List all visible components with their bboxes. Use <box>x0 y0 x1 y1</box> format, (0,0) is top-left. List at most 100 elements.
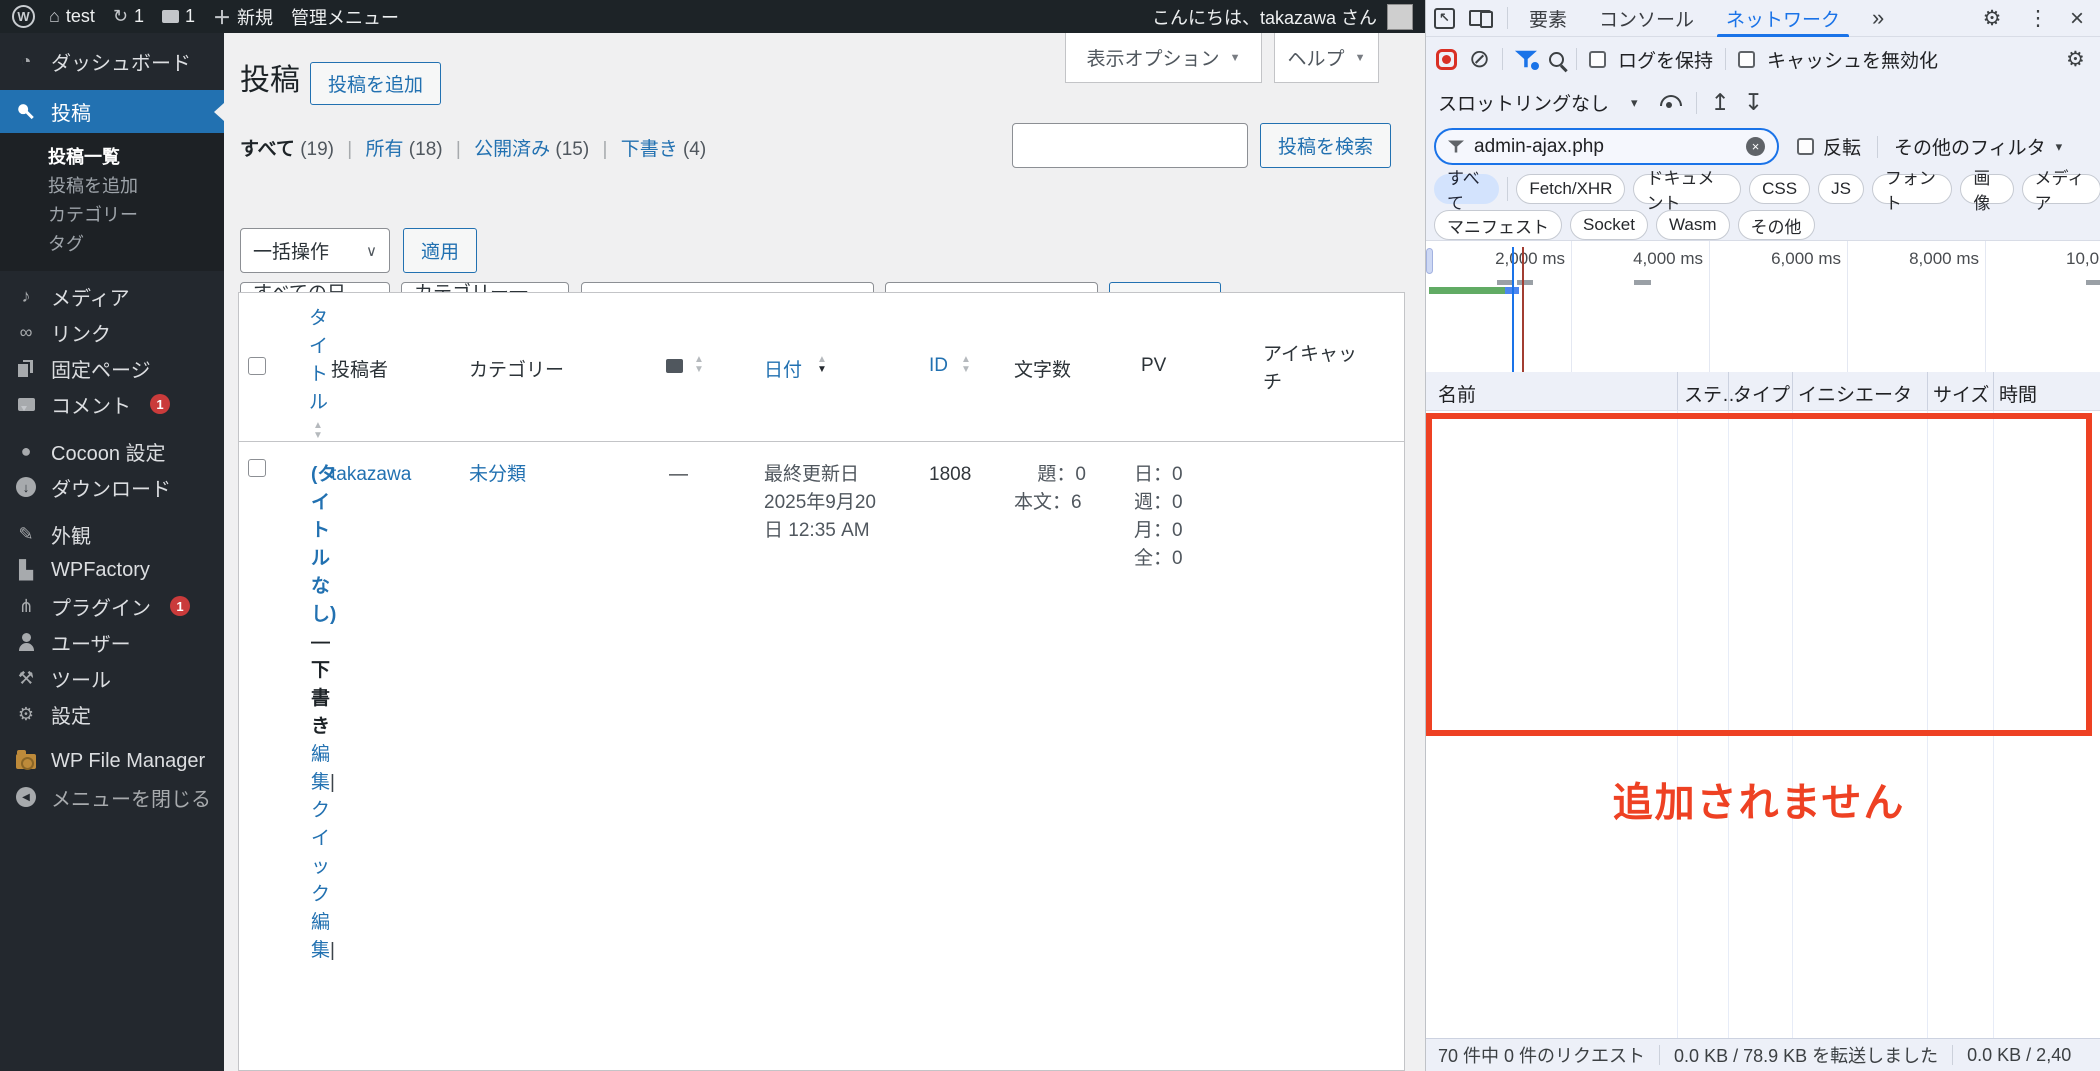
view-all[interactable]: すべて <box>240 139 295 160</box>
chip-js[interactable]: JS <box>1818 174 1864 204</box>
row-author-link[interactable]: takazawa <box>331 461 411 489</box>
invert-checkbox[interactable] <box>1797 138 1814 155</box>
chip-css[interactable]: CSS <box>1749 174 1811 204</box>
disable-cache-checkbox[interactable] <box>1737 50 1755 68</box>
submenu-item-tags[interactable]: タグ <box>0 230 224 259</box>
row-checkbox[interactable] <box>248 459 266 477</box>
tab-console[interactable]: コンソール <box>1586 0 1707 37</box>
search-icon[interactable] <box>1548 51 1564 67</box>
bulk-action-select[interactable]: 一括操作 ∨ <box>240 228 390 273</box>
device-toolbar-icon[interactable] <box>1469 10 1493 28</box>
sidebar-item-wpfactory[interactable]: ▙ WPFactory <box>0 552 224 588</box>
chip-img[interactable]: 画像 <box>1960 169 2014 213</box>
export-har-icon[interactable]: ↧ <box>1744 89 1763 116</box>
chip-fetch-xhr[interactable]: Fetch/XHR <box>1516 174 1626 204</box>
column-initiator[interactable]: イニシエータ <box>1798 380 1912 407</box>
view-published[interactable]: 公開済み <box>474 139 550 160</box>
sidebar-item-plugins[interactable]: ⋔ プラグイン 1 <box>0 588 224 624</box>
more-tabs-icon[interactable]: » <box>1859 0 1897 37</box>
chip-other[interactable]: その他 <box>1737 210 1815 240</box>
sidebar-item-links[interactable]: ∞ リンク <box>0 314 224 350</box>
row-category-link[interactable]: 未分類 <box>469 461 526 489</box>
sidebar-item-users[interactable]: ユーザー <box>0 624 224 660</box>
view-mine[interactable]: 所有 <box>366 139 404 160</box>
column-separator[interactable] <box>1993 372 1994 410</box>
screen-options-tab[interactable]: 表示オプション ▼ <box>1065 33 1262 83</box>
network-overview[interactable]: 2,000 ms 4,000 ms 6,000 ms 8,000 ms 10,0 <box>1426 241 2100 372</box>
chip-doc[interactable]: ドキュメント <box>1633 169 1742 213</box>
search-posts-input[interactable] <box>1012 123 1248 168</box>
more-filters-dropdown[interactable]: その他のフィルタ <box>1894 133 2046 160</box>
sidebar-item-cocoon[interactable]: ● Cocoon 設定 <box>0 433 224 469</box>
column-name[interactable]: 名前 <box>1438 380 1476 407</box>
column-header-title[interactable]: タイトル <box>309 305 333 417</box>
submenu-item-add-post[interactable]: 投稿を追加 <box>0 172 224 201</box>
chip-socket[interactable]: Socket <box>1570 210 1648 240</box>
wordpress-logo-menu[interactable]: W <box>12 5 35 28</box>
submenu-item-categories[interactable]: カテゴリー <box>0 201 224 230</box>
column-separator[interactable] <box>1792 372 1793 410</box>
sidebar-item-appearance[interactable]: ✎ 外観 <box>0 516 224 552</box>
sidebar-item-settings[interactable]: ⚙ 設定 <box>0 696 224 732</box>
edit-link[interactable]: 編集 <box>311 744 330 793</box>
updates-link[interactable]: ↻ 1 <box>113 6 144 27</box>
apply-button[interactable]: 適用 <box>403 228 478 273</box>
new-content-link[interactable]: ＋ 新規 <box>213 4 273 30</box>
admin-sidebar: ◔ ダッシュボード 投稿 投稿一覧 投稿を追加 カテゴリー タグ ♪ メディア … <box>0 33 224 1071</box>
avatar[interactable] <box>1387 3 1413 30</box>
chip-wasm[interactable]: Wasm <box>1655 210 1730 240</box>
sidebar-label: WP File Manager <box>51 749 206 772</box>
tab-elements[interactable]: 要素 <box>1516 0 1580 37</box>
add-post-button[interactable]: 投稿を追加 <box>310 62 442 105</box>
column-separator[interactable] <box>1927 372 1928 410</box>
sidebar-item-comments[interactable]: コメント 1 <box>0 386 224 422</box>
filter-icon[interactable] <box>1515 50 1539 70</box>
view-draft[interactable]: 下書き <box>621 139 678 160</box>
network-settings-gear-icon[interactable]: ⚙ <box>2066 47 2085 72</box>
clear-filter-icon[interactable]: × <box>1746 137 1765 156</box>
tab-network[interactable]: ネットワーク <box>1713 0 1853 37</box>
inspect-element-icon[interactable]: ↖ <box>1434 7 1455 29</box>
gear-icon[interactable]: ⚙ <box>1978 0 2006 37</box>
admin-menu-link[interactable]: 管理メニュー <box>291 4 399 30</box>
sidebar-item-downloads[interactable]: ↓ ダウンロード <box>0 469 224 505</box>
quick-edit-link[interactable]: クイック編集 <box>311 800 330 961</box>
column-size[interactable]: サイズ <box>1933 380 1989 407</box>
column-header-id[interactable]: ID <box>929 355 948 377</box>
chip-all[interactable]: すべて <box>1434 169 1500 213</box>
import-har-icon[interactable]: ↥ <box>1711 89 1730 116</box>
kebab-menu-icon[interactable]: ⋮ <box>2024 0 2052 37</box>
close-icon[interactable]: × <box>2063 0 2091 37</box>
download-circle-icon: ↓ <box>16 477 36 497</box>
record-network-log-icon[interactable] <box>1436 48 1457 70</box>
user-greeting[interactable]: こんにちは、takazawa さん <box>1152 4 1377 30</box>
sidebar-item-dashboard[interactable]: ◔ ダッシュボード <box>0 43 224 79</box>
column-separator[interactable] <box>1677 372 1678 410</box>
column-header-date[interactable]: 日付 <box>764 355 802 382</box>
column-separator[interactable] <box>1728 372 1729 410</box>
submenu-item-all-posts[interactable]: 投稿一覧 <box>0 143 224 172</box>
sidebar-collapse-menu[interactable]: ◀ メニューを閉じる <box>0 779 224 815</box>
sidebar-item-posts[interactable]: 投稿 <box>0 90 224 133</box>
chip-media[interactable]: メディア <box>2021 169 2100 213</box>
chip-font[interactable]: フォント <box>1871 169 1953 213</box>
throttling-select[interactable]: スロットリングなし <box>1438 89 1609 116</box>
clear-network-log-icon[interactable]: ⊘ <box>1469 44 1490 74</box>
network-filter-input[interactable]: admin-ajax.php × <box>1434 128 1779 165</box>
preserve-log-checkbox[interactable] <box>1588 50 1606 68</box>
chip-manifest[interactable]: マニフェスト <box>1434 210 1562 240</box>
sidebar-item-pages[interactable]: 固定ページ <box>0 350 224 386</box>
column-time[interactable]: 時間 <box>1999 380 2037 407</box>
help-tab[interactable]: ヘルプ ▼ <box>1274 33 1379 83</box>
sidebar-item-tools[interactable]: ⚒ ツール <box>0 660 224 696</box>
sidebar-item-file-manager[interactable]: WP File Manager <box>0 743 224 779</box>
sidebar-item-media[interactable]: ♪ メディア <box>0 278 224 314</box>
comments-link[interactable]: 1 <box>162 6 195 27</box>
column-type[interactable]: タイプ <box>1733 380 1790 407</box>
bulk-action-value: 一括操作 <box>253 242 330 263</box>
site-name-link[interactable]: ⌂ test <box>49 6 95 27</box>
select-all-checkbox[interactable] <box>248 357 266 375</box>
search-posts-button[interactable]: 投稿を検索 <box>1260 123 1392 168</box>
network-conditions-icon[interactable] <box>1658 95 1682 110</box>
column-header-comments-icon[interactable] <box>666 359 683 373</box>
